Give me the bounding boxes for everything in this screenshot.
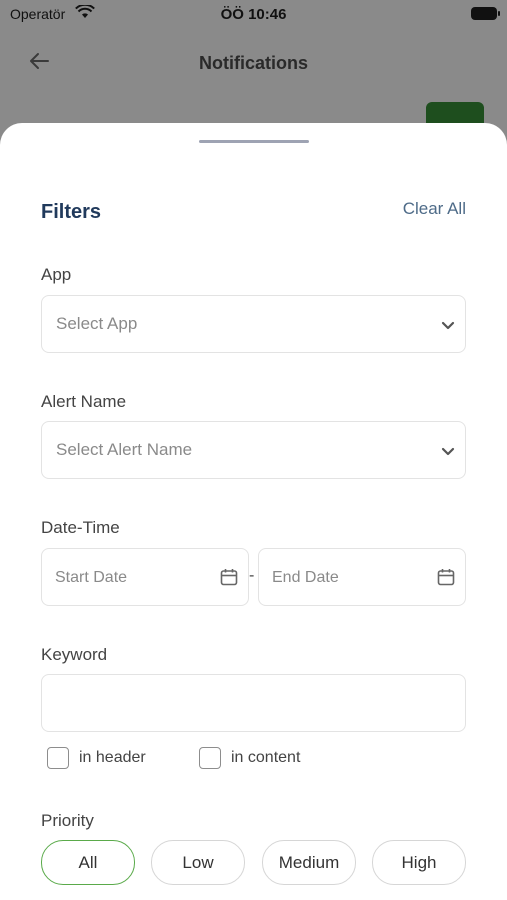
in-content-checkbox[interactable]: in content <box>199 747 300 769</box>
filter-sheet: Filters Clear All App Select App Alert N… <box>0 123 507 900</box>
priority-chip-medium[interactable]: Medium <box>262 840 356 885</box>
chevron-down-icon <box>441 447 455 456</box>
date-separator: - <box>249 567 255 584</box>
start-date-placeholder: Start Date <box>55 569 128 586</box>
in-content-label: in content <box>231 749 301 766</box>
in-header-label: in header <box>79 749 146 766</box>
end-date-placeholder: End Date <box>272 569 339 586</box>
page-header: Notifications <box>0 28 507 98</box>
app-select-placeholder: Select App <box>56 314 138 333</box>
page-title: Notifications <box>198 53 308 73</box>
checkbox-box[interactable] <box>47 747 69 769</box>
priority-chip-high[interactable]: High <box>372 840 466 885</box>
alert-name-select[interactable]: Select Alert Name <box>41 421 466 479</box>
battery-icon <box>471 7 500 20</box>
date-time-label: Date-Time <box>41 518 120 537</box>
clear-all-button[interactable]: Clear All <box>403 199 466 219</box>
calendar-icon <box>220 569 238 586</box>
chevron-down-icon <box>441 321 455 330</box>
checkbox-box[interactable] <box>199 747 221 769</box>
end-date-field[interactable]: End Date <box>258 548 466 606</box>
priority-label: Priority <box>41 811 94 830</box>
calendar-icon <box>437 569 455 586</box>
sheet-handle[interactable] <box>199 140 309 143</box>
start-date-field[interactable]: Start Date <box>41 548 249 606</box>
keyword-label: Keyword <box>41 645 108 664</box>
clock: ÖÖ 10:46 <box>220 6 287 23</box>
alert-name-label: Alert Name <box>41 392 127 411</box>
status-bar: Operatör ÖÖ 10:46 <box>0 0 507 28</box>
app-label: App <box>41 265 72 284</box>
priority-chip-all[interactable]: All <box>41 840 135 885</box>
keyword-input[interactable] <box>41 674 466 732</box>
alert-name-select-placeholder: Select Alert Name <box>56 440 193 459</box>
app-select[interactable]: Select App <box>41 295 466 353</box>
sheet-title: Filters <box>41 201 102 223</box>
priority-chip-low[interactable]: Low <box>151 840 245 885</box>
in-header-checkbox[interactable]: in header <box>47 747 146 769</box>
